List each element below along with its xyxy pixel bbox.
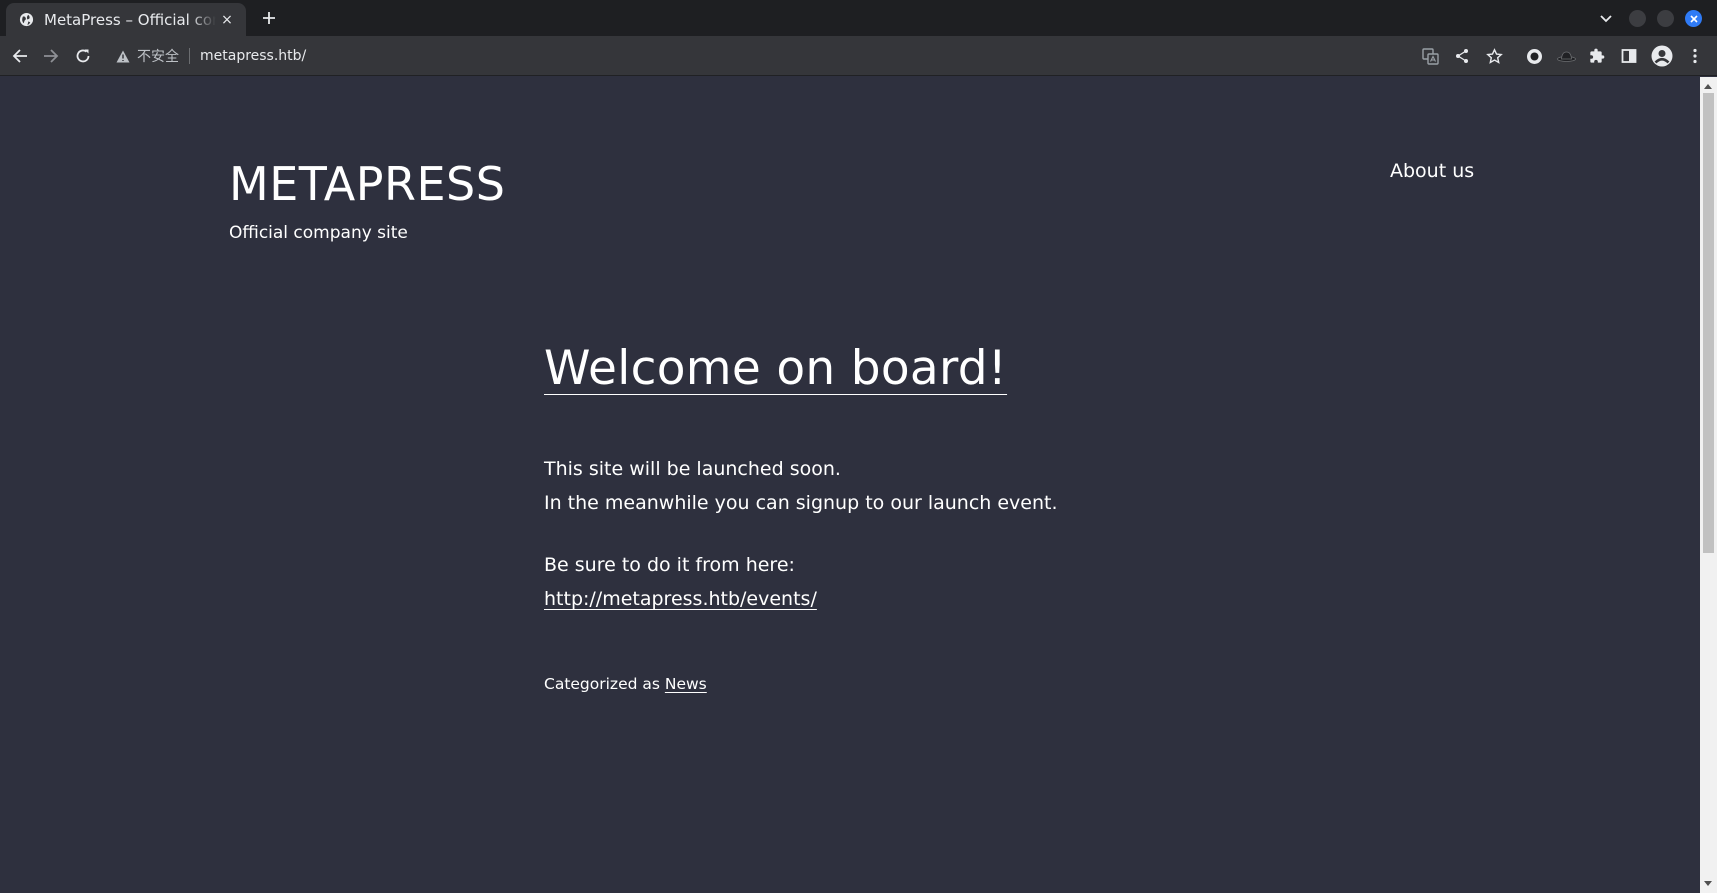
extension-circle-icon[interactable] bbox=[1524, 46, 1544, 66]
new-tab-button[interactable] bbox=[258, 7, 280, 29]
profile-avatar-icon[interactable] bbox=[1651, 45, 1673, 67]
close-icon bbox=[1689, 14, 1698, 23]
post-paragraph-intro: This site will be launched soon. In the … bbox=[544, 452, 1058, 520]
tab-title: MetaPress – Official company site bbox=[44, 10, 216, 29]
puzzle-icon[interactable] bbox=[1587, 46, 1607, 66]
nav-about-us[interactable]: About us bbox=[1390, 160, 1474, 182]
reload-icon[interactable] bbox=[73, 46, 93, 66]
scroll-up-arrow-icon[interactable] bbox=[1704, 84, 1712, 89]
site-description: Official company site bbox=[229, 223, 408, 243]
post-category: Categorized as News bbox=[544, 675, 707, 693]
site-title[interactable]: METAPRESS bbox=[229, 157, 505, 211]
bookmark-star-icon[interactable] bbox=[1484, 46, 1504, 66]
browser-toolbar: 不安全 metapress.htb/ bbox=[0, 36, 1717, 76]
tab-metapress[interactable]: MetaPress – Official company site × bbox=[6, 3, 246, 36]
maximize-button[interactable] bbox=[1657, 10, 1674, 27]
events-link[interactable]: http://metapress.htb/events/ bbox=[544, 588, 817, 610]
page-scrollbar[interactable] bbox=[1700, 77, 1717, 893]
post-line: Be sure to do it from here: bbox=[544, 554, 795, 576]
window-close-button[interactable] bbox=[1685, 10, 1702, 27]
page-viewport: METAPRESS Official company site About us… bbox=[0, 77, 1700, 893]
category-news-link[interactable]: News bbox=[665, 675, 707, 693]
minimize-button[interactable] bbox=[1629, 10, 1646, 27]
chevron-down-icon[interactable] bbox=[1596, 9, 1616, 29]
scroll-thumb[interactable] bbox=[1703, 93, 1714, 553]
forward-arrow-icon[interactable] bbox=[41, 46, 61, 66]
scroll-down-arrow-icon[interactable] bbox=[1704, 881, 1712, 886]
address-bar[interactable]: 不安全 metapress.htb/ bbox=[110, 40, 1412, 72]
security-label[interactable]: 不安全 bbox=[137, 46, 179, 66]
globe-icon bbox=[18, 12, 34, 28]
tab-strip: MetaPress – Official company site × bbox=[0, 0, 1717, 36]
more-menu-icon[interactable] bbox=[1685, 46, 1705, 66]
post-paragraph-link: Be sure to do it from here: http://metap… bbox=[544, 548, 817, 616]
translate-icon[interactable] bbox=[1420, 46, 1440, 66]
extension-hat-icon[interactable] bbox=[1556, 46, 1576, 66]
warning-icon[interactable] bbox=[116, 50, 130, 63]
back-arrow-icon[interactable] bbox=[10, 46, 30, 66]
category-prefix: Categorized as bbox=[544, 675, 665, 693]
side-panel-icon[interactable] bbox=[1619, 46, 1639, 66]
share-icon[interactable] bbox=[1452, 46, 1472, 66]
post-title[interactable]: Welcome on board! bbox=[544, 341, 1007, 396]
post-line: This site will be launched soon. bbox=[544, 458, 841, 480]
url-text[interactable]: metapress.htb/ bbox=[200, 48, 306, 64]
tab-close-icon[interactable]: × bbox=[218, 11, 236, 29]
post-line: In the meanwhile you can signup to our l… bbox=[544, 492, 1058, 514]
omnibox-divider bbox=[189, 48, 190, 64]
